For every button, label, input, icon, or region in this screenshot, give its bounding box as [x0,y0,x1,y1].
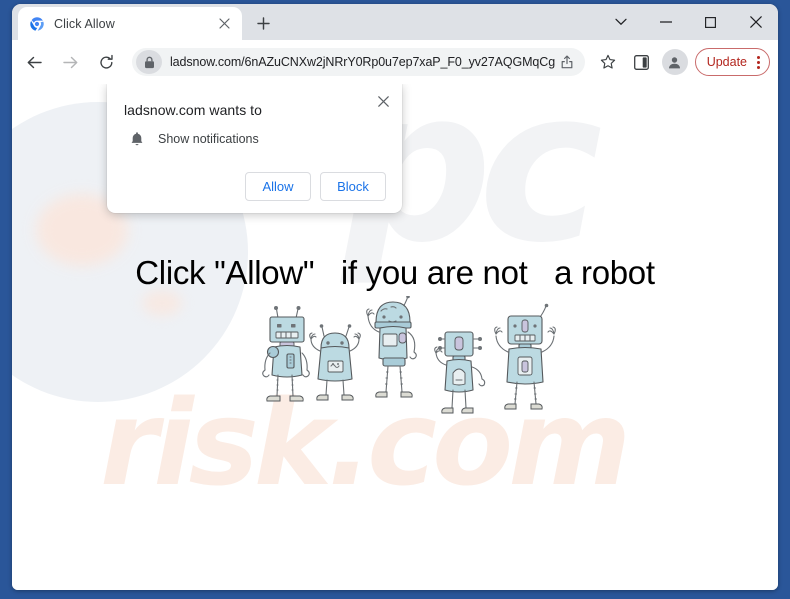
dialog-title: ladsnow.com wants to [124,102,262,118]
new-tab-button[interactable] [248,8,278,38]
back-button[interactable] [19,47,49,77]
address-bar[interactable]: ladsnow.com/6nAZuCNXw2jNRrY0Rp0u7ep7xaP_… [132,48,585,76]
window-controls [598,4,778,40]
dialog-close-icon[interactable] [372,90,394,112]
bell-icon [128,130,145,148]
page-title: Click "Allow" if you are not a robot [135,254,655,291]
update-button[interactable]: Update [694,48,770,76]
notification-permission-dialog: ladsnow.com wants to Show notifications … [107,84,402,213]
permission-row: Show notifications [128,130,386,148]
tab-title: Click Allow [54,16,115,31]
forward-button[interactable] [55,47,85,77]
three-dot-menu-icon[interactable] [752,55,765,69]
chrome-favicon-icon [29,16,45,32]
permission-label: Show notifications [158,132,259,146]
reload-button[interactable] [91,47,121,77]
browser-tab[interactable]: Click Allow [18,7,242,40]
page-viewport: pc risk.com Click "Allow" if you are not… [12,84,778,590]
close-window-button[interactable] [733,4,778,40]
tab-strip: Click Allow [12,4,778,40]
allow-button[interactable]: Allow [245,172,311,201]
block-button[interactable]: Block [320,172,386,201]
maximize-button[interactable] [688,4,733,40]
tab-search-button[interactable] [598,4,643,40]
share-icon[interactable] [555,50,579,74]
browser-window: Click Allow ladsnow.com/6nAZuCNXw2jNRrY0… [12,4,778,590]
url-text: ladsnow.com/6nAZuCNXw2jNRrY0Rp0u7ep7xaP_… [170,55,555,69]
dialog-actions: Allow Block [123,172,386,203]
profile-avatar-icon[interactable] [661,49,688,75]
lock-icon[interactable] [136,50,162,74]
minimize-button[interactable] [643,4,688,40]
decorative-blob-small [142,290,182,316]
tab-close-icon[interactable] [215,15,233,33]
side-panel-icon[interactable] [627,47,657,77]
browser-toolbar: ladsnow.com/6nAZuCNXw2jNRrY0Rp0u7ep7xaP_… [12,40,778,84]
robots-illustration: .rb { fill:#bcdae2; stroke:#55595c; stro… [256,296,562,424]
bookmark-star-icon[interactable] [593,47,623,77]
update-label: Update [706,55,747,69]
